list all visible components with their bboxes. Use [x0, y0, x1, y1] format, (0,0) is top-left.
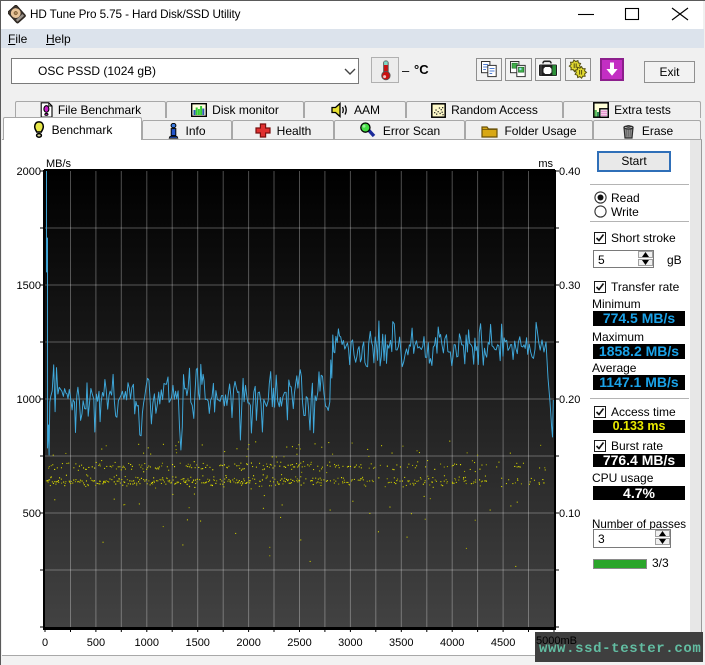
- svg-text:2000: 2000: [17, 166, 41, 178]
- svg-text:4500: 4500: [491, 637, 515, 649]
- svg-text:1000: 1000: [17, 394, 41, 406]
- svg-text:ms: ms: [538, 158, 553, 170]
- svg-text:2500: 2500: [287, 637, 311, 649]
- svg-text:1000: 1000: [135, 637, 159, 649]
- svg-text:0.30: 0.30: [559, 280, 580, 292]
- svg-text:1500: 1500: [185, 637, 209, 649]
- svg-text:0.40: 0.40: [559, 166, 580, 178]
- svg-text:3000: 3000: [338, 637, 362, 649]
- svg-text:4000: 4000: [440, 637, 464, 649]
- svg-text:MB/s: MB/s: [46, 158, 72, 170]
- svg-text:0.20: 0.20: [559, 394, 580, 406]
- svg-text:1500: 1500: [17, 280, 41, 292]
- svg-text:500: 500: [87, 637, 105, 649]
- svg-text:2000: 2000: [236, 637, 260, 649]
- svg-text:0: 0: [42, 637, 48, 649]
- svg-text:3500: 3500: [389, 637, 413, 649]
- svg-text:0.10: 0.10: [559, 508, 580, 520]
- svg-text:500: 500: [23, 508, 41, 520]
